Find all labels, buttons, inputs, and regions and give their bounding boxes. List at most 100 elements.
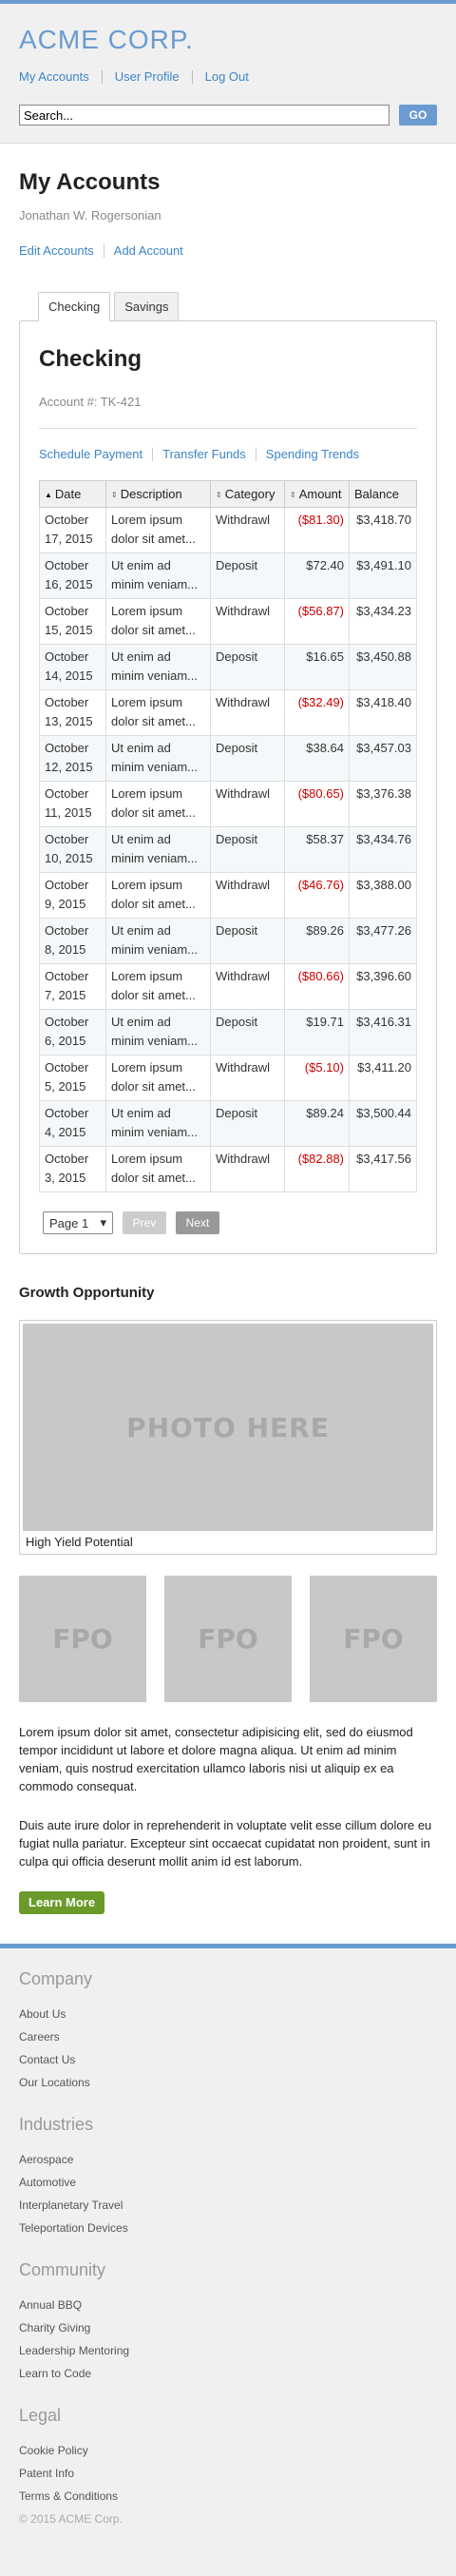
sort-icon: ⇕ (290, 491, 296, 499)
footer-link[interactable]: Leadership Mentoring (19, 2339, 238, 2362)
cell-date: October 12, 2015 (39, 735, 106, 782)
footer-link[interactable]: Teleportation Devices (19, 2217, 238, 2239)
add-account-link[interactable]: Add Account (103, 244, 193, 258)
panel-title: Checking (39, 346, 142, 372)
site-footer: Company About Us Careers Contact Us Our … (0, 1944, 456, 2576)
cell-date: October 14, 2015 (39, 644, 106, 690)
cell-balance: $3,434.23 (349, 598, 417, 645)
edit-accounts-link[interactable]: Edit Accounts (19, 244, 104, 258)
transfer-funds-link[interactable]: Transfer Funds (152, 448, 256, 461)
table-row: October 11, 2015 Lorem ipsum dolor sit am… (39, 781, 417, 827)
nav-log-out[interactable]: Log Out (191, 70, 261, 84)
cell-balance: $3,477.26 (349, 918, 417, 964)
footer-heading: Legal (19, 2406, 62, 2425)
cell-description: Lorem ipsum dolor sit amet... (105, 781, 211, 827)
cell-balance: $3,418.70 (349, 507, 417, 553)
cell-balance: $3,491.10 (349, 552, 417, 599)
cell-category: Withdrawl (210, 781, 285, 827)
cell-amount: $89.26 (284, 918, 350, 964)
transactions-table: ▲ Date ⇕ Description ⇕ Category ⇕ Amount Bal… (39, 480, 417, 1192)
photo-caption: High Yield Potential (26, 1535, 133, 1549)
cell-category: Withdrawl (210, 963, 285, 1010)
cell-balance: $3,416.31 (349, 1009, 417, 1056)
cell-description: Lorem ipsum dolor sit amet... (105, 507, 211, 553)
column-header-amount[interactable]: ⇕ Amount (284, 480, 350, 508)
cell-description: Ut enim ad minim veniam... (105, 735, 211, 782)
footer-heading: Company (19, 1969, 93, 1988)
footer-link[interactable]: Aerospace (19, 2148, 238, 2171)
fpo-placeholder: FPO (164, 1576, 292, 1702)
cell-category: Withdrawl (210, 1146, 285, 1192)
cell-amount: ($5.10) (284, 1055, 350, 1101)
footer-link[interactable]: Automotive (19, 2171, 238, 2194)
schedule-payment-link[interactable]: Schedule Payment (39, 448, 152, 461)
body-paragraph-2: Duis aute irure dolor in reprehenderit i… (19, 1818, 432, 1869)
search-input[interactable] (19, 105, 390, 126)
cell-description: Ut enim ad minim veniam... (105, 1009, 211, 1056)
footer-link[interactable]: About Us (19, 2003, 238, 2025)
footer-link[interactable]: Terms & Conditions (19, 2485, 238, 2508)
cell-category: Withdrawl (210, 872, 285, 919)
page-title: My Accounts (19, 169, 161, 195)
footer-col-community: Community Annual BBQ Charity Giving Lead… (19, 2260, 238, 2385)
sort-icon: ▲ (45, 491, 52, 499)
footer-link[interactable]: Our Locations (19, 2071, 238, 2094)
cell-balance: $3,411.20 (349, 1055, 417, 1101)
fpo-row: FPO FPO FPO (19, 1576, 437, 1702)
learn-more-button[interactable]: Learn More (19, 1891, 105, 1914)
footer-heading: Community (19, 2260, 106, 2279)
column-header-date[interactable]: ▲ Date (39, 480, 106, 508)
spending-trends-link[interactable]: Spending Trends (255, 448, 369, 461)
footer-link[interactable]: Cookie Policy (19, 2439, 238, 2462)
go-button[interactable]: GO (399, 105, 437, 126)
footer-link[interactable]: Interplanetary Travel (19, 2194, 238, 2217)
logo: ACME CORP. (19, 25, 194, 54)
cell-date: October 6, 2015 (39, 1009, 106, 1056)
tab-checking[interactable]: Checking (38, 292, 111, 321)
footer-link[interactable]: Contact Us (19, 2048, 238, 2071)
cell-description: Ut enim ad minim veniam... (105, 918, 211, 964)
cell-amount: $38.64 (284, 735, 350, 782)
cell-category: Withdrawl (210, 598, 285, 645)
cell-description: Lorem ipsum dolor sit amet... (105, 963, 211, 1010)
footer-link[interactable]: Learn to Code (19, 2362, 238, 2385)
cell-amount: ($56.87) (284, 598, 350, 645)
column-header-balance: Balance (349, 480, 417, 508)
column-header-description[interactable]: ⇕ Description (105, 480, 211, 508)
cell-description: Lorem ipsum dolor sit amet... (105, 689, 211, 736)
cell-amount: $19.71 (284, 1009, 350, 1056)
sort-icon: ⇕ (111, 491, 118, 499)
table-header-row: ▲ Date ⇕ Description ⇕ Category ⇕ Amount Bal… (39, 480, 417, 508)
fpo-placeholder: FPO (310, 1576, 437, 1702)
cell-date: October 17, 2015 (39, 507, 106, 553)
table-row: October 8, 2015 Ut enim ad minim veniam..… (39, 918, 417, 964)
cell-category: Deposit (210, 735, 285, 782)
table-row: October 5, 2015 Lorem ipsum dolor sit ame… (39, 1055, 417, 1101)
nav-user-profile[interactable]: User Profile (101, 70, 192, 84)
column-header-category[interactable]: ⇕ Category (210, 480, 285, 508)
account-links: Edit Accounts Add Account (19, 244, 437, 258)
footer-link[interactable]: Patent Info (19, 2462, 238, 2485)
panel-links: Schedule Payment Transfer Funds Spending… (39, 448, 417, 461)
pagination: Page 1 ▾ Prev Next (39, 1211, 417, 1234)
sort-icon: ⇕ (216, 491, 222, 499)
cell-balance: $3,418.40 (349, 689, 417, 736)
footer-link[interactable]: Charity Giving (19, 2316, 238, 2339)
table-row: October 4, 2015 Ut enim ad minim veniam..… (39, 1100, 417, 1147)
footer-link[interactable]: Annual BBQ (19, 2294, 238, 2316)
cell-category: Deposit (210, 552, 285, 599)
tab-savings[interactable]: Savings (114, 292, 180, 320)
next-button[interactable]: Next (176, 1211, 219, 1234)
cell-description: Ut enim ad minim veniam... (105, 1100, 211, 1147)
page-select[interactable]: Page 1 ▾ (43, 1211, 113, 1234)
cell-balance: $3,388.00 (349, 872, 417, 919)
nav-my-accounts[interactable]: My Accounts (19, 70, 102, 84)
cell-amount: ($46.76) (284, 872, 350, 919)
prev-button[interactable]: Prev (123, 1211, 166, 1234)
cell-category: Withdrawl (210, 1055, 285, 1101)
cell-category: Deposit (210, 826, 285, 873)
footer-link[interactable]: Careers (19, 2025, 238, 2048)
table-row: October 9, 2015 Lorem ipsum dolor sit ame… (39, 872, 417, 919)
cell-description: Ut enim ad minim veniam... (105, 644, 211, 690)
table-row: October 3, 2015 Lorem ipsum dolor sit ame… (39, 1146, 417, 1192)
